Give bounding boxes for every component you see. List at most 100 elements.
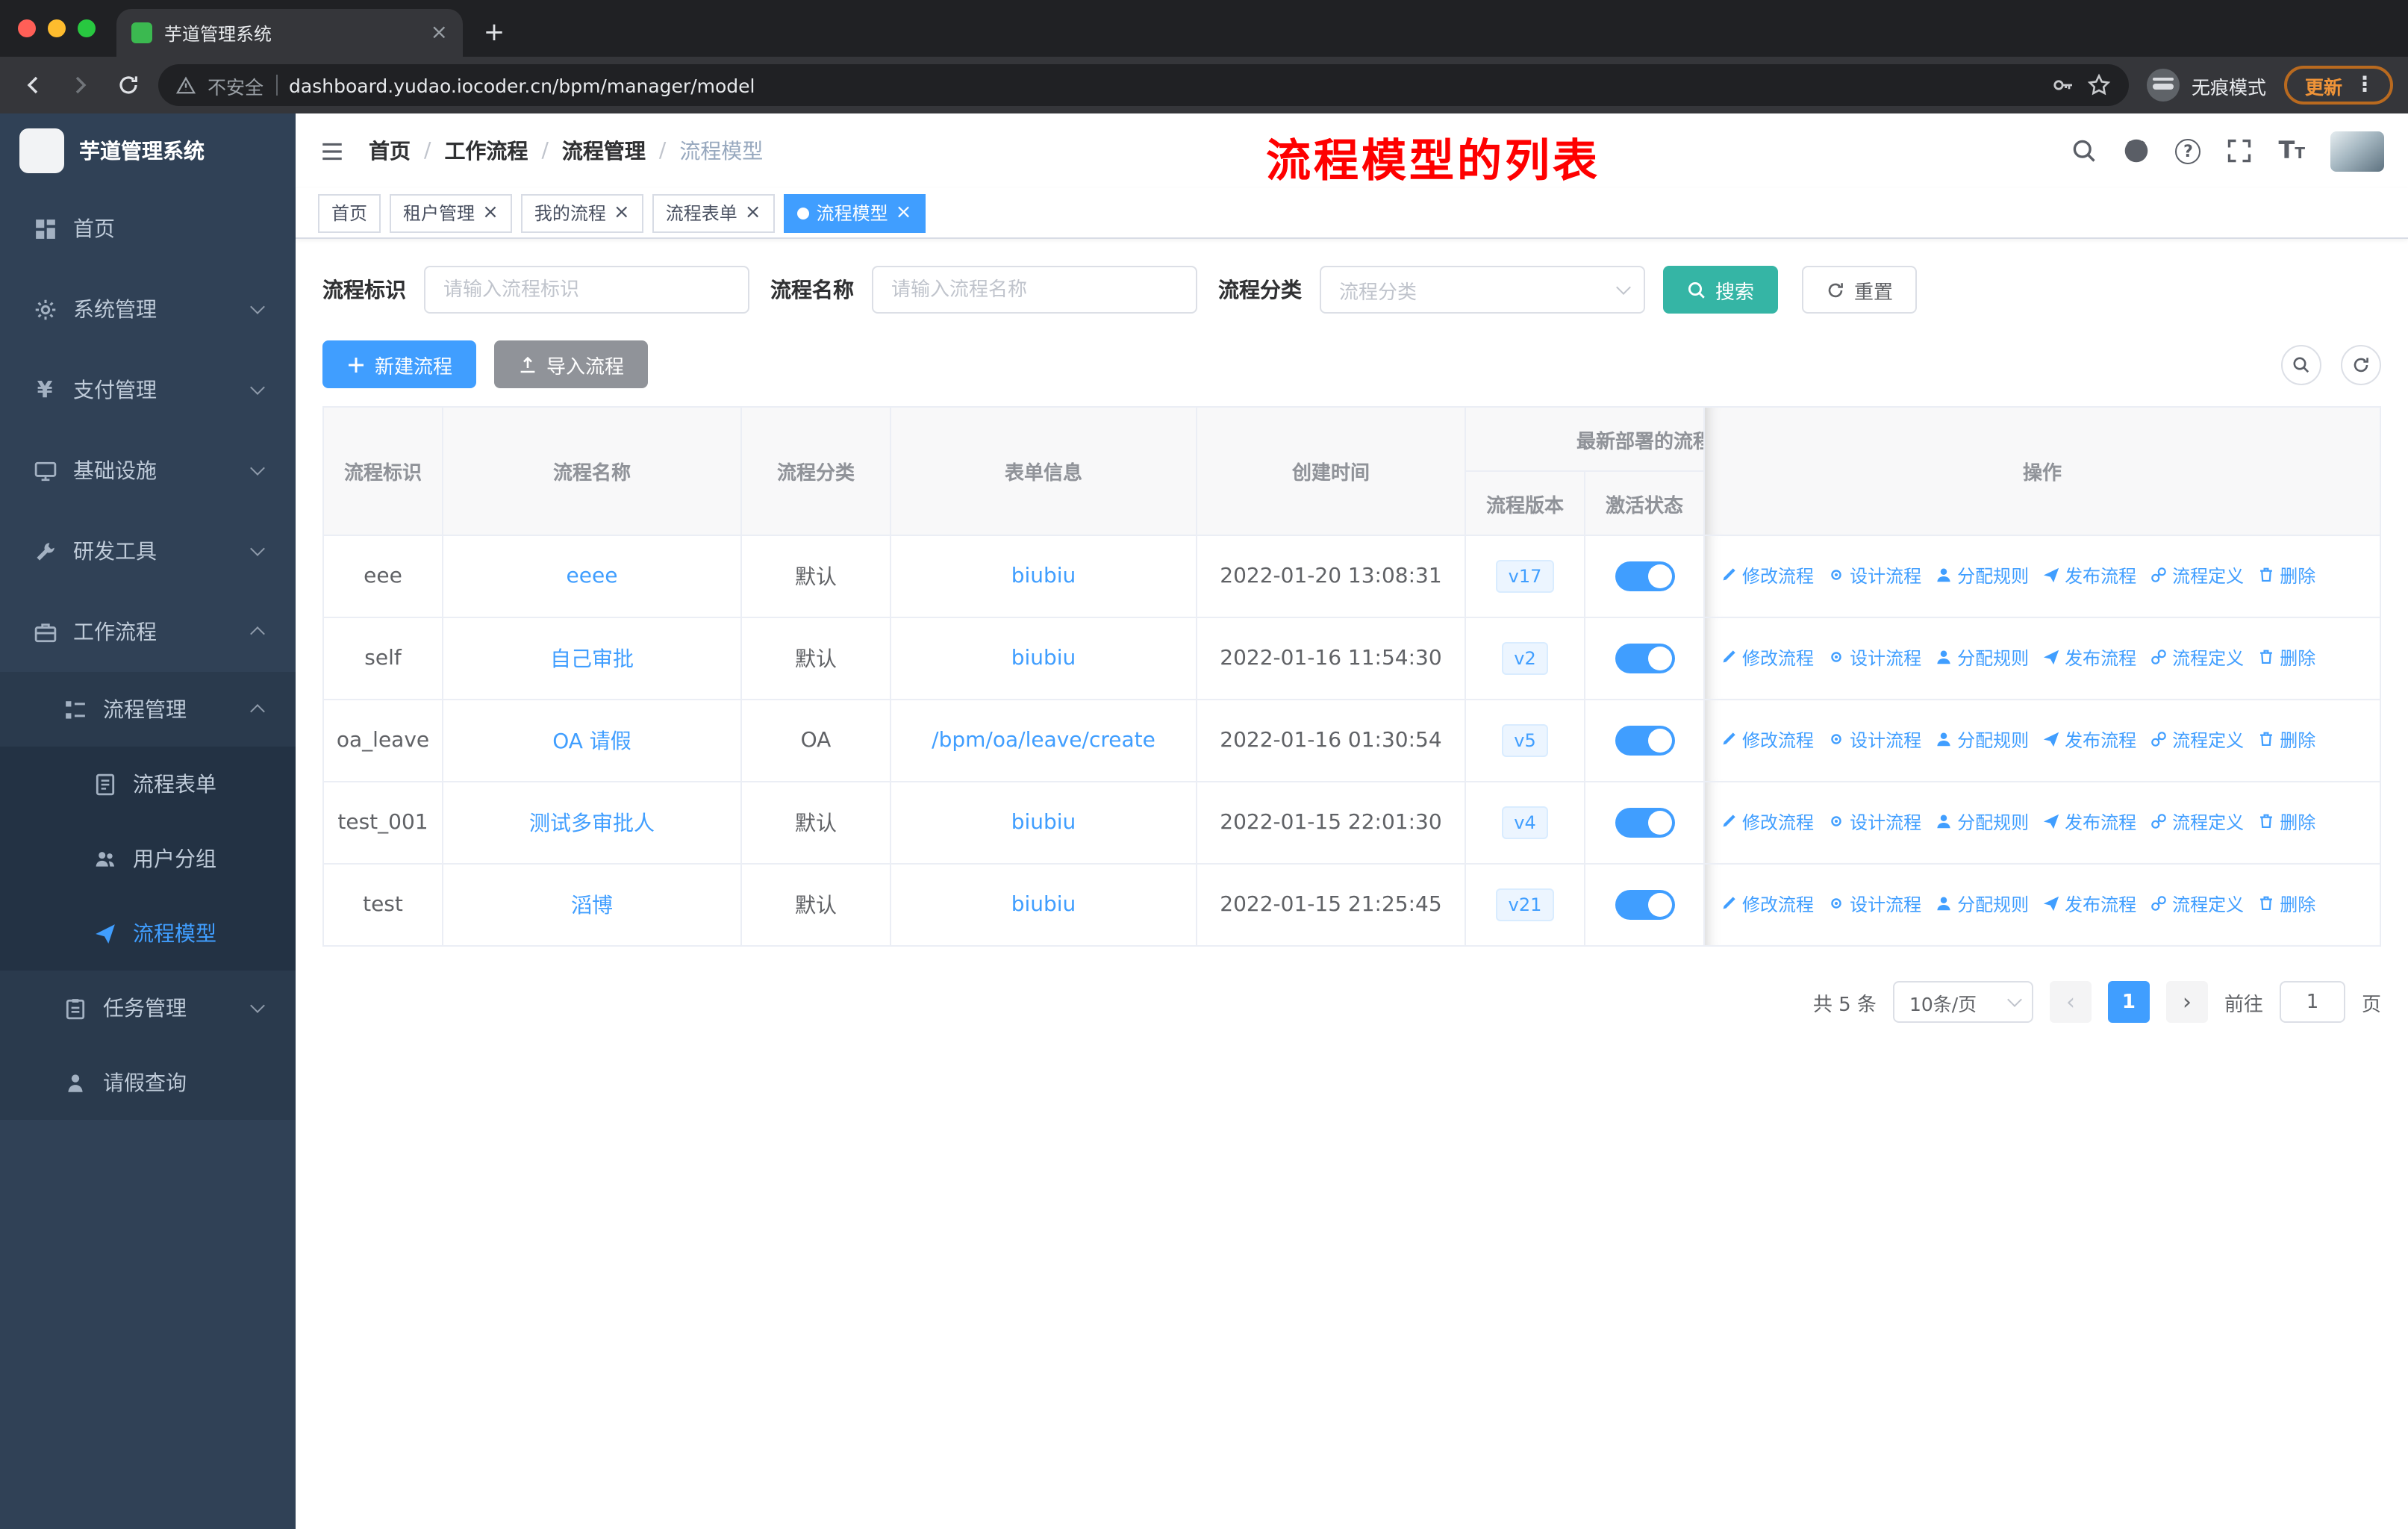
tag-close-icon[interactable]: ×: [482, 203, 499, 222]
action-publish[interactable]: 发布流程: [2042, 727, 2136, 753]
cell-process-name[interactable]: OA 请假: [442, 699, 742, 782]
action-edit[interactable]: 修改流程: [1720, 645, 1814, 670]
browser-tab[interactable]: 芋道管理系统 ×: [116, 9, 463, 57]
tag-active[interactable]: 流程模型 ×: [783, 193, 926, 232]
password-key-icon[interactable]: [2051, 73, 2075, 97]
version-tag[interactable]: v17: [1496, 559, 1554, 594]
tag-item[interactable]: 我的流程 ×: [520, 193, 643, 232]
action-definition[interactable]: 流程定义: [2150, 645, 2244, 670]
create-process-button[interactable]: 新建流程: [322, 340, 477, 388]
breadcrumb-process-management[interactable]: 流程管理: [562, 136, 646, 166]
action-design[interactable]: 设计流程: [1827, 727, 1921, 753]
back-button[interactable]: [15, 67, 51, 103]
tab-close-icon[interactable]: ×: [431, 22, 448, 43]
sidebar-item-system[interactable]: 系统管理: [0, 269, 296, 349]
search-icon[interactable]: [2071, 137, 2098, 164]
action-definition[interactable]: 流程定义: [2150, 891, 2244, 917]
action-publish[interactable]: 发布流程: [2042, 809, 2136, 835]
cell-form-info[interactable]: /bpm/oa/leave/create: [890, 699, 1197, 782]
active-toggle[interactable]: [1615, 561, 1674, 591]
breadcrumb-workflow[interactable]: 工作流程: [444, 136, 528, 166]
prev-page-button[interactable]: [2049, 981, 2092, 1023]
bookmark-star-icon[interactable]: [2087, 73, 2111, 97]
action-assign-rules[interactable]: 分配规则: [1935, 645, 2029, 670]
sidebar-item-process-model[interactable]: 流程模型: [0, 896, 296, 971]
next-page-button[interactable]: [2165, 981, 2208, 1023]
sidebar-item-task-management[interactable]: 任务管理: [0, 971, 296, 1045]
action-definition[interactable]: 流程定义: [2150, 727, 2244, 753]
sidebar-item-user-group[interactable]: 用户分组: [0, 821, 296, 896]
cell-form-info[interactable]: biubiu: [890, 535, 1197, 618]
refresh-table-button[interactable]: [2341, 344, 2381, 384]
reload-button[interactable]: [110, 67, 146, 103]
maximize-window-button[interactable]: [78, 19, 96, 37]
sidebar-item-process-management[interactable]: 流程管理: [0, 672, 296, 747]
sidebar-item-leave-query[interactable]: 请假查询: [0, 1045, 296, 1120]
breadcrumb-home[interactable]: 首页: [369, 136, 411, 166]
sidebar-item-dev-tools[interactable]: 研发工具: [0, 511, 296, 591]
tag-close-icon[interactable]: ×: [614, 203, 630, 222]
cell-form-info[interactable]: biubiu: [890, 781, 1197, 865]
active-toggle[interactable]: [1615, 644, 1674, 673]
action-assign-rules[interactable]: 分配规则: [1935, 891, 2029, 917]
version-tag[interactable]: v5: [1502, 723, 1548, 758]
action-delete[interactable]: 删除: [2257, 727, 2315, 753]
sidebar-item-process-form[interactable]: 流程表单: [0, 747, 296, 821]
font-size-icon[interactable]: TT: [2279, 138, 2306, 163]
goto-page-input[interactable]: [2279, 981, 2345, 1023]
github-icon[interactable]: [2124, 137, 2150, 164]
version-tag[interactable]: v2: [1502, 641, 1548, 676]
action-design[interactable]: 设计流程: [1827, 891, 1921, 917]
action-design[interactable]: 设计流程: [1827, 563, 1921, 588]
category-select[interactable]: 流程分类: [1320, 266, 1645, 314]
active-toggle[interactable]: [1615, 726, 1674, 756]
cell-process-name[interactable]: eeee: [442, 535, 742, 618]
fullscreen-icon[interactable]: [2227, 137, 2253, 164]
minimize-window-button[interactable]: [48, 19, 66, 37]
tag-item[interactable]: 流程表单 ×: [652, 193, 775, 232]
tag-close-icon[interactable]: ×: [896, 203, 912, 222]
tag-close-icon[interactable]: ×: [745, 203, 761, 222]
cell-process-name[interactable]: 自己审批: [442, 617, 742, 700]
process-key-input[interactable]: [424, 266, 749, 314]
action-delete[interactable]: 删除: [2257, 809, 2315, 835]
sidebar-item-home[interactable]: 首页: [0, 188, 296, 269]
close-window-button[interactable]: [18, 19, 36, 37]
action-delete[interactable]: 删除: [2257, 563, 2315, 588]
action-delete[interactable]: 删除: [2257, 645, 2315, 670]
show-search-button[interactable]: [2281, 344, 2321, 384]
new-tab-button[interactable]: +: [475, 13, 514, 52]
version-tag[interactable]: v21: [1496, 888, 1554, 922]
action-edit[interactable]: 修改流程: [1720, 563, 1814, 588]
import-process-button[interactable]: 导入流程: [494, 340, 649, 388]
action-assign-rules[interactable]: 分配规则: [1935, 809, 2029, 835]
help-icon[interactable]: [2175, 138, 2201, 164]
current-page-button[interactable]: 1: [2107, 981, 2150, 1023]
cell-process-name[interactable]: 滔博: [442, 863, 742, 947]
action-edit[interactable]: 修改流程: [1720, 727, 1814, 753]
sidebar-item-workflow[interactable]: 工作流程: [0, 591, 296, 672]
action-assign-rules[interactable]: 分配规则: [1935, 727, 2029, 753]
action-assign-rules[interactable]: 分配规则: [1935, 563, 2029, 588]
action-publish[interactable]: 发布流程: [2042, 645, 2136, 670]
action-definition[interactable]: 流程定义: [2150, 563, 2244, 588]
address-bar[interactable]: 不安全 dashboard.yudao.iocoder.cn/bpm/manag…: [158, 64, 2129, 106]
tag-item[interactable]: 租户管理 ×: [390, 193, 512, 232]
search-button[interactable]: 搜索: [1663, 266, 1779, 314]
action-publish[interactable]: 发布流程: [2042, 891, 2136, 917]
action-edit[interactable]: 修改流程: [1720, 809, 1814, 835]
action-publish[interactable]: 发布流程: [2042, 563, 2136, 588]
action-edit[interactable]: 修改流程: [1720, 891, 1814, 917]
reset-button[interactable]: 重置: [1802, 266, 1918, 314]
active-toggle[interactable]: [1615, 808, 1674, 838]
page-size-select[interactable]: 10条/页: [1892, 981, 2033, 1023]
collapse-sidebar-icon[interactable]: [319, 138, 345, 164]
tag-item[interactable]: 首页: [318, 193, 381, 232]
version-tag[interactable]: v4: [1502, 806, 1548, 840]
forward-button[interactable]: [63, 67, 99, 103]
cell-process-name[interactable]: 测试多审批人: [442, 781, 742, 865]
action-design[interactable]: 设计流程: [1827, 645, 1921, 670]
user-avatar[interactable]: [2330, 131, 2384, 171]
process-name-input[interactable]: [872, 266, 1197, 314]
active-toggle[interactable]: [1615, 890, 1674, 920]
